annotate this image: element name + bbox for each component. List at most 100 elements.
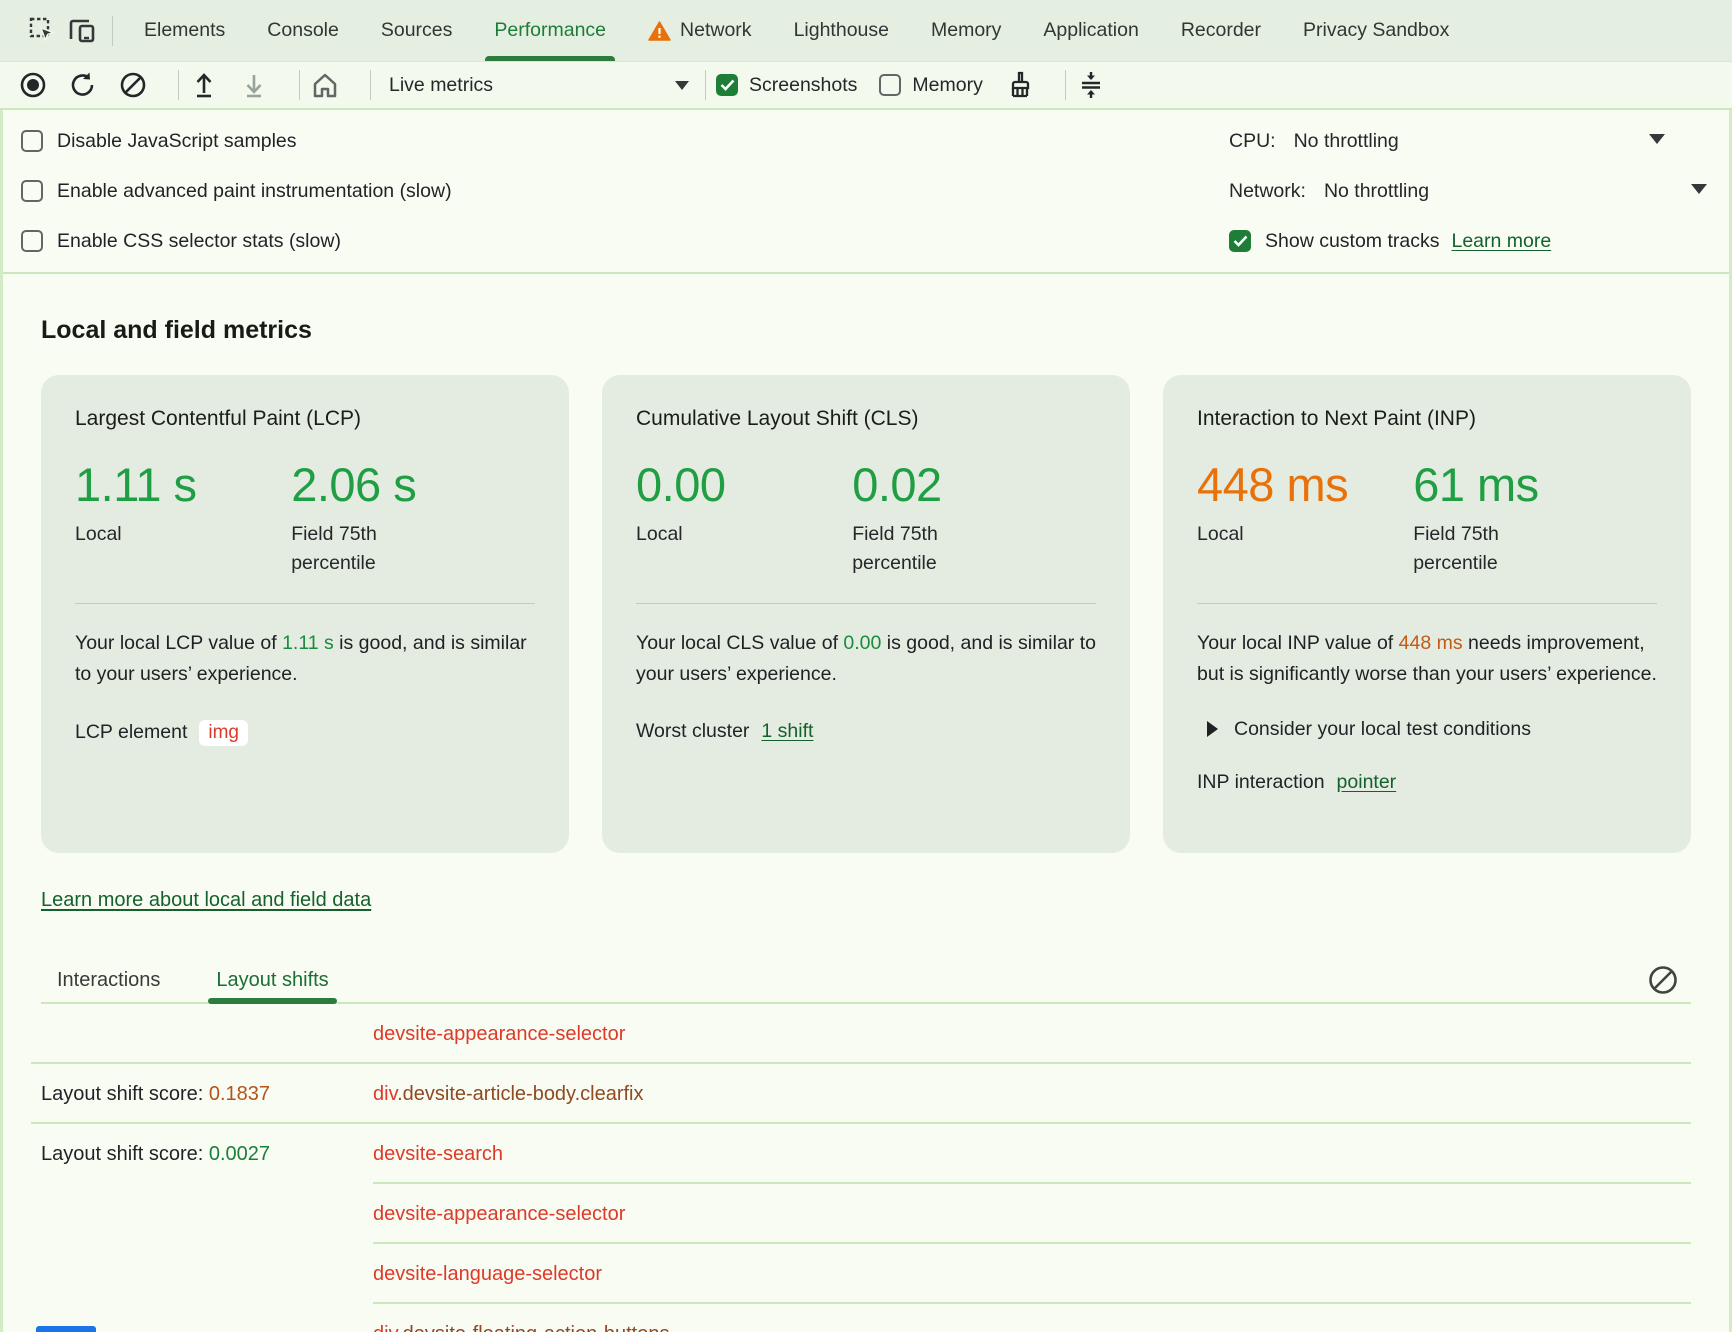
checkbox-unchecked-icon bbox=[21, 230, 43, 252]
node-link[interactable]: devsite-appearance-selector bbox=[373, 1203, 1691, 1226]
show-custom-tracks-checkbox[interactable]: Show custom tracks Learn more bbox=[1229, 216, 1699, 266]
toolbar-separator bbox=[178, 70, 179, 100]
logs-tab-strip: Interactions Layout shifts bbox=[41, 958, 1691, 1004]
metric-values: 448 ms Local 61 ms Field 75th percentile bbox=[1197, 457, 1657, 579]
tab-recorder[interactable]: Recorder bbox=[1160, 0, 1282, 61]
layout-shift-row: devsite-language-selector bbox=[41, 1244, 1691, 1304]
tab-network[interactable]: Network bbox=[627, 0, 773, 61]
toolbar-separator bbox=[1065, 70, 1066, 100]
memory-checkbox[interactable]: Memory bbox=[879, 74, 982, 97]
inp-interaction-label: INP interaction bbox=[1197, 771, 1325, 794]
chevron-down-icon bbox=[1691, 184, 1707, 194]
live-metrics-view: Local and field metrics Largest Contentf… bbox=[3, 316, 1729, 1332]
checkbox-label: Disable JavaScript samples bbox=[57, 130, 297, 153]
capture-settings: Disable JavaScript samples Enable advanc… bbox=[3, 110, 1729, 266]
partially-visible-element bbox=[36, 1326, 96, 1332]
tab-elements[interactable]: Elements bbox=[123, 0, 246, 61]
tab-interactions[interactable]: Interactions bbox=[41, 958, 176, 1002]
local-value: 0.00 bbox=[636, 457, 852, 512]
tab-lighthouse[interactable]: Lighthouse bbox=[773, 0, 910, 61]
network-value: No throttling bbox=[1324, 180, 1429, 203]
tab-memory[interactable]: Memory bbox=[910, 0, 1022, 61]
local-value: 448 ms bbox=[1197, 457, 1413, 512]
local-label: Local bbox=[1197, 520, 1327, 549]
lcp-element-row: LCP element img bbox=[75, 720, 535, 746]
layout-shift-row: Layout shift score: 0.1837div.devsite-ar… bbox=[41, 1064, 1691, 1124]
tab-sources[interactable]: Sources bbox=[360, 0, 474, 61]
warning-icon bbox=[648, 21, 671, 41]
learn-more-link[interactable]: Learn more bbox=[1451, 230, 1551, 253]
field-value: 61 ms bbox=[1413, 457, 1629, 512]
inspect-element-icon[interactable] bbox=[22, 11, 62, 51]
layout-shift-score: Layout shift score: 0.0027 bbox=[41, 1143, 373, 1166]
tab-label: Performance bbox=[494, 19, 606, 42]
field-label: Field 75th percentile bbox=[291, 520, 421, 579]
tab-console[interactable]: Console bbox=[246, 0, 360, 61]
css-selector-stats-checkbox[interactable]: Enable CSS selector stats (slow) bbox=[21, 216, 1229, 266]
custom-tracks-label: Show custom tracks bbox=[1265, 230, 1439, 253]
tab-label: Recorder bbox=[1181, 19, 1261, 42]
node-link[interactable]: devsite-language-selector bbox=[373, 1263, 1691, 1286]
metric-description: Your local INP value of 448 ms needs imp… bbox=[1197, 628, 1657, 690]
collapse-panel-icon[interactable] bbox=[1076, 70, 1106, 100]
capture-settings-right: CPU: No throttling Network: No throttlin… bbox=[1229, 116, 1729, 266]
device-toolbar-icon[interactable] bbox=[62, 11, 102, 51]
local-value: 1.11 s bbox=[75, 457, 291, 512]
metric-values: 0.00 Local 0.02 Field 75th percentile bbox=[636, 457, 1096, 579]
worst-cluster-row: Worst cluster 1 shift bbox=[636, 720, 1096, 743]
worst-cluster-link[interactable]: 1 shift bbox=[761, 720, 813, 743]
metric-description: Your local LCP value of 1.11 s is good, … bbox=[75, 628, 535, 690]
save-profile-icon[interactable] bbox=[239, 70, 269, 100]
tab-application[interactable]: Application bbox=[1022, 0, 1159, 61]
node-link[interactable]: div.devsite-floating-action-buttons bbox=[373, 1323, 1691, 1332]
tabbar-icon-group bbox=[0, 0, 123, 61]
disable-js-samples-checkbox[interactable]: Disable JavaScript samples bbox=[21, 116, 1229, 166]
record-icon[interactable] bbox=[18, 70, 48, 100]
performance-toolbar: Live metrics Screenshots Memory bbox=[0, 62, 1732, 110]
local-field-data-link[interactable]: Learn more about local and field data bbox=[41, 889, 371, 912]
section-heading: Local and field metrics bbox=[41, 316, 1691, 345]
layout-shift-row: devsite-appearance-selector bbox=[41, 1004, 1691, 1064]
card-title: Interaction to Next Paint (INP) bbox=[1197, 407, 1657, 431]
checkbox-label: Enable advanced paint instrumentation (s… bbox=[57, 180, 452, 203]
lcp-element-label: LCP element bbox=[75, 721, 187, 744]
panel-body: Disable JavaScript samples Enable advanc… bbox=[0, 110, 1732, 1332]
reload-record-icon[interactable] bbox=[68, 70, 98, 100]
cpu-label: CPU: bbox=[1229, 130, 1276, 153]
tab-performance[interactable]: Performance bbox=[473, 0, 627, 61]
toolbar-separator bbox=[112, 16, 113, 46]
screenshots-checkbox[interactable]: Screenshots bbox=[716, 74, 857, 97]
screenshots-label: Screenshots bbox=[749, 74, 857, 97]
cpu-throttling-select[interactable]: CPU: No throttling bbox=[1229, 116, 1699, 166]
layout-shift-row: devsite-appearance-selector bbox=[41, 1184, 1691, 1244]
tab-layout-shifts[interactable]: Layout shifts bbox=[200, 958, 344, 1002]
local-label: Local bbox=[75, 520, 205, 549]
chevron-down-icon bbox=[1649, 134, 1665, 144]
toolbar-separator bbox=[705, 70, 706, 100]
load-profile-icon[interactable] bbox=[189, 70, 219, 100]
home-icon[interactable] bbox=[310, 70, 340, 100]
inp-interaction-link[interactable]: pointer bbox=[1337, 771, 1397, 794]
tab-privacy-sandbox[interactable]: Privacy Sandbox bbox=[1282, 0, 1470, 61]
tab-label: Network bbox=[680, 19, 752, 42]
node-link[interactable]: devsite-appearance-selector bbox=[373, 1023, 1691, 1046]
toolbar-separator bbox=[299, 70, 300, 100]
disclosure-label: Consider your local test conditions bbox=[1234, 718, 1531, 741]
advanced-paint-checkbox[interactable]: Enable advanced paint instrumentation (s… bbox=[21, 166, 1229, 216]
local-test-conditions-disclosure[interactable]: Consider your local test conditions bbox=[1197, 718, 1657, 741]
clear-recording-icon[interactable] bbox=[118, 70, 148, 100]
clear-log-icon[interactable] bbox=[1645, 962, 1681, 998]
node-link[interactable]: devsite-search bbox=[373, 1143, 1691, 1166]
lcp-element-node-link[interactable]: img bbox=[199, 720, 248, 746]
card-title: Cumulative Layout Shift (CLS) bbox=[636, 407, 1096, 431]
layout-shift-score: Layout shift score: 0.1837 bbox=[41, 1083, 373, 1106]
tab-label: Memory bbox=[931, 19, 1001, 42]
toolbar-separator bbox=[370, 70, 371, 100]
collect-garbage-icon[interactable] bbox=[1005, 70, 1035, 100]
field-label: Field 75th percentile bbox=[1413, 520, 1543, 579]
node-link[interactable]: div.devsite-article-body.clearfix bbox=[373, 1083, 1691, 1106]
history-dropdown[interactable]: Live metrics bbox=[389, 74, 689, 97]
triangle-right-icon bbox=[1207, 721, 1218, 737]
layout-shifts-rows: devsite-appearance-selector Layout shift … bbox=[41, 1004, 1691, 1332]
network-throttling-select[interactable]: Network: No throttling bbox=[1229, 166, 1699, 216]
